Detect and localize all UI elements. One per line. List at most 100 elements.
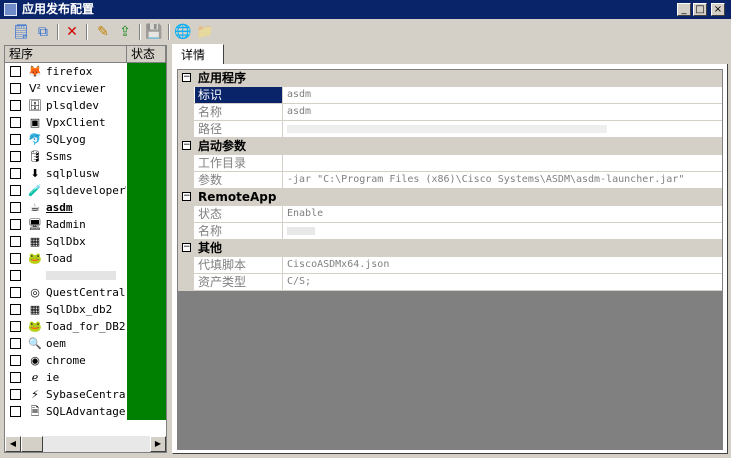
list-item[interactable]: ▦ SqlDbx xyxy=(5,233,166,250)
property-value[interactable]: asdm xyxy=(287,87,720,103)
list-item[interactable]: ℯ ie xyxy=(5,369,166,386)
list-item[interactable]: 🐸 Toad xyxy=(5,250,166,267)
property-value[interactable]: Enable xyxy=(287,206,720,222)
status-indicator xyxy=(127,97,166,114)
app-name: SQLAdvantage xyxy=(46,405,126,418)
upload-button[interactable]: ⇪ xyxy=(116,23,134,41)
close-button[interactable]: × xyxy=(711,3,725,16)
property-value[interactable]: -jar "C:\Program Files (x86)\Cisco Syste… xyxy=(287,172,720,188)
save-button[interactable]: 💾 xyxy=(145,23,163,41)
list-item[interactable]: ◎ QuestCentral xyxy=(5,284,166,301)
horizontal-scrollbar[interactable]: ◀ ▶ xyxy=(5,436,166,452)
list-item[interactable]: 🔍 oem xyxy=(5,335,166,352)
list-item[interactable]: 🛢 Ssms xyxy=(5,148,166,165)
property-value[interactable]: asdm xyxy=(287,104,720,120)
row-checkbox[interactable] xyxy=(10,338,21,349)
property-row[interactable]: 状态 Enable xyxy=(178,206,722,223)
collapse-icon[interactable]: − xyxy=(182,141,191,150)
row-checkbox[interactable] xyxy=(10,355,21,366)
new-button[interactable]: 🗒 xyxy=(12,23,30,41)
app-list-header: 程序 状态 xyxy=(5,46,166,63)
row-checkbox[interactable] xyxy=(10,117,21,128)
row-checkbox[interactable] xyxy=(10,253,21,264)
row-checkbox[interactable] xyxy=(10,389,21,400)
details-tab-page: − 应用程序 标识 asdm 名称 asdm 路径 − 启动参数 工作目录 参数 -jar "C:\P… xyxy=(172,64,728,454)
publish-button[interactable]: 🌐 xyxy=(174,23,192,41)
row-checkbox[interactable] xyxy=(10,66,21,77)
collapse-icon[interactable]: − xyxy=(182,73,191,82)
collapse-icon[interactable]: − xyxy=(182,192,191,201)
property-row[interactable]: 参数 -jar "C:\Program Files (x86)\Cisco Sys… xyxy=(178,172,722,189)
list-item[interactable]: ◉ chrome xyxy=(5,352,166,369)
asdm-icon: ☕ xyxy=(30,201,40,214)
list-item[interactable]: 🗎 SQLAdvantage xyxy=(5,403,166,420)
column-header-program[interactable]: 程序 xyxy=(5,46,127,63)
row-checkbox[interactable] xyxy=(10,372,21,383)
list-item[interactable]: 🐬 SQLyog xyxy=(5,131,166,148)
scroll-thumb[interactable] xyxy=(21,436,43,452)
row-checkbox[interactable] xyxy=(10,270,21,281)
row-checkbox[interactable] xyxy=(10,321,21,332)
row-checkbox[interactable] xyxy=(10,100,21,111)
minimize-button[interactable]: _ xyxy=(677,3,691,16)
list-item[interactable] xyxy=(5,267,166,284)
list-item[interactable]: ▣ VpxClient xyxy=(5,114,166,131)
row-checkbox[interactable] xyxy=(10,304,21,315)
property-section[interactable]: − 启动参数 xyxy=(178,138,722,155)
row-checkbox[interactable] xyxy=(10,185,21,196)
property-section[interactable]: − 应用程序 xyxy=(178,70,722,87)
copy-button[interactable]: ⧉ xyxy=(34,23,52,41)
app-name: sqlplusw xyxy=(46,167,99,180)
scroll-left-icon[interactable]: ◀ xyxy=(5,436,21,452)
property-row[interactable]: 代填脚本 CiscoASDMx64.json xyxy=(178,257,722,274)
property-section[interactable]: − RemoteApp xyxy=(178,189,722,206)
property-value[interactable]: CiscoASDMx64.json xyxy=(287,257,720,273)
list-item[interactable]: ☕ asdm xyxy=(5,199,166,216)
new-icon: 🗒 xyxy=(12,24,30,40)
list-item[interactable]: 🖥 Radmin xyxy=(5,216,166,233)
row-checkbox[interactable] xyxy=(10,168,21,179)
row-checkbox[interactable] xyxy=(10,83,21,94)
collapse-icon[interactable]: − xyxy=(182,243,191,252)
property-row[interactable]: 名称 xyxy=(178,223,722,240)
property-row[interactable]: 资产类型 C/S; xyxy=(178,274,722,291)
copy-icon: ⧉ xyxy=(38,24,48,40)
property-name: 资产类型 xyxy=(195,274,283,290)
scroll-right-icon[interactable]: ▶ xyxy=(150,436,166,452)
row-checkbox[interactable] xyxy=(10,134,21,145)
property-section[interactable]: − 其他 xyxy=(178,240,722,257)
edit-button[interactable]: ✎ xyxy=(94,23,112,41)
maximize-button[interactable]: □ xyxy=(693,3,707,16)
property-row[interactable]: 标识 asdm xyxy=(178,87,722,104)
row-checkbox[interactable] xyxy=(10,202,21,213)
property-row[interactable]: 名称 asdm xyxy=(178,104,722,121)
list-item[interactable]: ⚡ SybaseCentral xyxy=(5,386,166,403)
list-item[interactable]: 🗄 plsqldev xyxy=(5,97,166,114)
publish-icon: 🌐 xyxy=(174,24,192,40)
list-item[interactable]: V² vncviewer xyxy=(5,80,166,97)
app-name: oem xyxy=(46,337,66,350)
row-checkbox[interactable] xyxy=(10,219,21,230)
property-row[interactable]: 工作目录 xyxy=(178,155,722,172)
tab-details[interactable]: 详情 xyxy=(172,44,224,65)
section-title: 其他 xyxy=(198,241,223,255)
property-value[interactable]: C/S; xyxy=(287,274,720,290)
blurred-app-name xyxy=(46,271,116,280)
delete-button[interactable]: ✕ xyxy=(63,23,81,41)
list-item[interactable]: 🦊 firefox xyxy=(5,63,166,80)
property-grid: − 应用程序 标识 asdm 名称 asdm 路径 − 启动参数 工作目录 参数 -jar "C:\P… xyxy=(177,69,723,450)
import-button[interactable]: 📁 xyxy=(196,23,214,41)
list-item[interactable]: 🧪 sqldeveloperW xyxy=(5,182,166,199)
row-checkbox[interactable] xyxy=(10,406,21,417)
row-checkbox[interactable] xyxy=(10,287,21,298)
status-indicator xyxy=(127,199,166,216)
list-item[interactable]: 🐸 Toad_for_DB2 xyxy=(5,318,166,335)
column-header-status[interactable]: 状态 xyxy=(127,46,166,63)
list-item[interactable]: ⬇ sqlplusw xyxy=(5,165,166,182)
row-checkbox[interactable] xyxy=(10,236,21,247)
status-indicator xyxy=(127,80,166,97)
property-row[interactable]: 路径 xyxy=(178,121,722,138)
app-name: ie xyxy=(46,371,60,384)
row-checkbox[interactable] xyxy=(10,151,21,162)
list-item[interactable]: ▦ SqlDbx_db2 xyxy=(5,301,166,318)
